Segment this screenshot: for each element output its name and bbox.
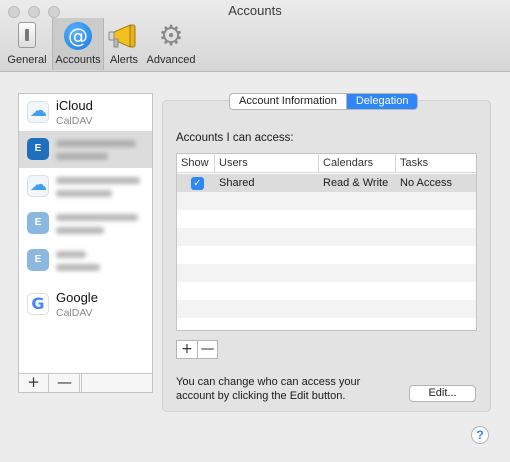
tab-bar: Account Information Delegation xyxy=(229,93,419,110)
column-header-tasks[interactable]: Tasks xyxy=(396,154,476,173)
toolbar-advanced-label: Advanced xyxy=(146,54,196,66)
empty-table-row xyxy=(177,246,476,264)
account-row-icloud-2[interactable] xyxy=(19,168,152,205)
gear-icon: ⚙ xyxy=(158,19,184,52)
icloud-icon xyxy=(27,101,49,123)
redacted-account-name xyxy=(56,251,86,258)
tab-delegation[interactable]: Delegation xyxy=(345,94,418,109)
account-list: iCloud CalDAV E E E G Google CalDAV xyxy=(18,93,153,393)
delegation-table[interactable]: Show Users Calendars Tasks ✓ Shared Read… xyxy=(176,153,477,331)
help-button[interactable]: ? xyxy=(471,426,489,444)
toolbar-accounts[interactable]: @ Accounts xyxy=(52,18,104,70)
redacted-account-type xyxy=(56,153,108,160)
add-delegate-button[interactable]: + xyxy=(177,341,197,358)
redacted-account-name xyxy=(56,214,138,221)
empty-table-row xyxy=(177,282,476,300)
empty-table-row xyxy=(177,228,476,246)
empty-table-row xyxy=(177,192,476,210)
cell-calendars: Read & Write xyxy=(323,177,389,189)
edit-button[interactable]: Edit... xyxy=(409,385,476,402)
empty-table-row xyxy=(177,210,476,228)
title-bar: Accounts General @ Accounts Alerts ⚙ Adv… xyxy=(0,0,510,72)
remove-account-button[interactable]: — xyxy=(50,374,80,392)
account-name: iCloud xyxy=(56,98,93,113)
redacted-account-name xyxy=(56,177,140,184)
redacted-account-name xyxy=(56,140,136,147)
exchange-icon: E xyxy=(27,249,49,271)
table-row[interactable]: ✓ Shared Read & Write No Access xyxy=(177,174,476,192)
icloud-icon xyxy=(27,175,49,197)
account-row-icloud[interactable]: iCloud CalDAV xyxy=(19,94,152,131)
window-title: Accounts xyxy=(228,3,282,18)
toolbar-alerts[interactable]: Alerts xyxy=(106,18,142,70)
cell-user: Shared xyxy=(219,177,255,189)
toolbar-accounts-label: Accounts xyxy=(55,54,101,66)
account-row-exchange-3[interactable]: E xyxy=(19,242,152,279)
cell-tasks: No Access xyxy=(400,177,452,189)
column-header-users[interactable]: Users xyxy=(215,154,319,173)
redacted-account-type xyxy=(56,190,112,197)
account-row-google[interactable]: G Google CalDAV xyxy=(19,286,152,323)
account-type: CalDAV xyxy=(56,115,93,127)
toolbar-advanced[interactable]: ⚙ Advanced xyxy=(144,18,198,70)
exchange-icon: E xyxy=(27,138,49,160)
account-row-exchange-1[interactable]: E xyxy=(19,131,152,168)
account-name: Google xyxy=(56,290,98,305)
switch-icon xyxy=(18,22,36,48)
redacted-account-type xyxy=(56,264,100,271)
empty-table-row xyxy=(177,300,476,318)
google-icon: G xyxy=(27,293,49,315)
toolbar-general[interactable]: General xyxy=(4,18,50,70)
empty-table-row xyxy=(177,318,476,330)
show-checkbox[interactable]: ✓ xyxy=(191,177,204,190)
tab-account-information[interactable]: Account Information xyxy=(230,94,346,109)
account-list-footer: + — xyxy=(19,373,152,392)
account-type: CalDAV xyxy=(56,307,93,319)
edit-help-text: You can change who can access your accou… xyxy=(176,376,361,402)
column-header-calendars[interactable]: Calendars xyxy=(319,154,396,173)
footer-divider xyxy=(81,374,82,392)
preferences-window: Accounts General @ Accounts Alerts ⚙ Adv… xyxy=(0,0,510,462)
delegation-table-buttons: + — xyxy=(176,340,218,359)
redacted-account-type xyxy=(56,227,104,234)
exchange-icon: E xyxy=(27,212,49,234)
column-header-show[interactable]: Show xyxy=(177,154,215,173)
megaphone-icon xyxy=(108,24,136,48)
toolbar-alerts-label: Alerts xyxy=(109,54,139,66)
empty-table-row xyxy=(177,264,476,282)
at-sign-icon: @ xyxy=(64,22,92,50)
accounts-access-label: Accounts I can access: xyxy=(176,132,294,144)
toolbar-general-label: General xyxy=(7,54,47,66)
remove-delegate-button[interactable]: — xyxy=(197,341,217,358)
add-account-button[interactable]: + xyxy=(19,374,49,392)
account-row-exchange-2[interactable]: E xyxy=(19,205,152,242)
